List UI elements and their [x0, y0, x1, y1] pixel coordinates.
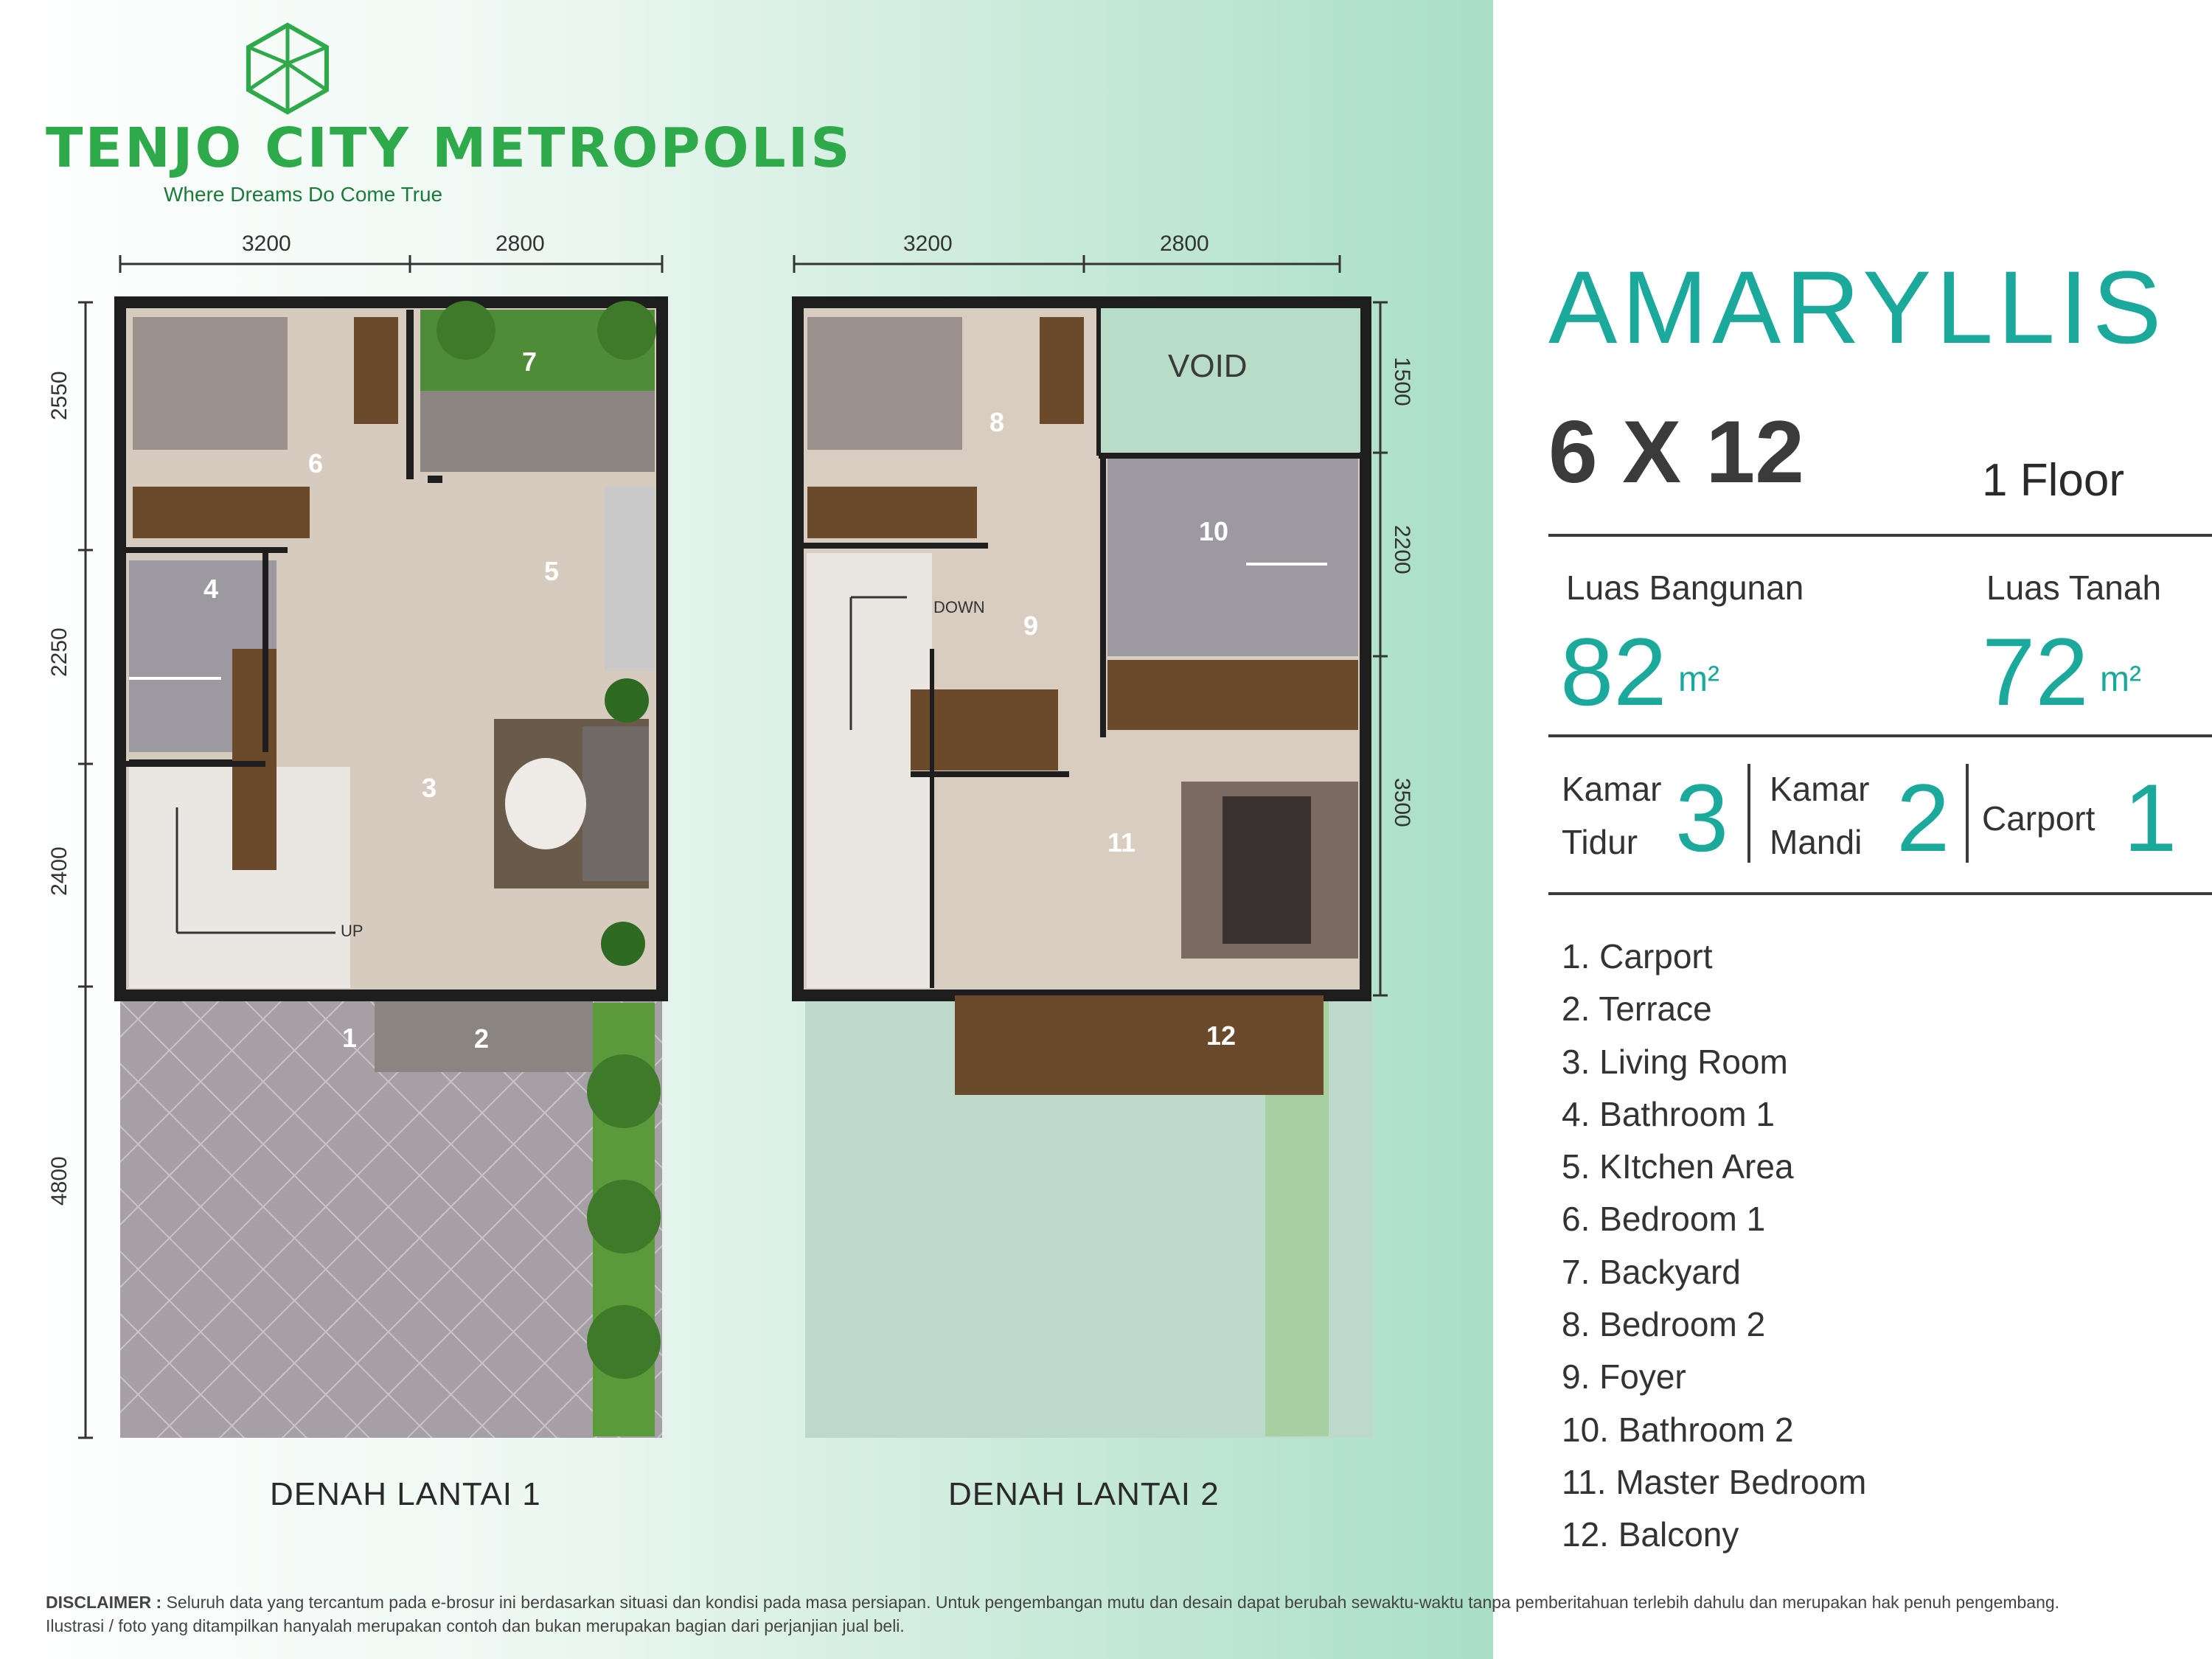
land-area-value: 72 [1982, 618, 2089, 726]
brand-name: TENJO CITY METROPOLIS [46, 116, 852, 180]
dim-right-3: 3500 [1390, 778, 1414, 827]
spec-carport-label: Carport [1982, 799, 2096, 838]
spec-bathroom-value: 2 [1896, 764, 1950, 872]
legend-item: 3. Living Room [1562, 1042, 1788, 1081]
dim-right-2: 2200 [1390, 525, 1414, 574]
legend-item: 11. Master Bedroom [1562, 1462, 1867, 1501]
dim-top-1-floor2: 3200 [903, 232, 953, 256]
dim-top-1: 3200 [242, 232, 291, 256]
void-label: VOID [1168, 348, 1248, 384]
floor-plan-2 [792, 255, 1388, 1438]
room-5-number: 5 [544, 556, 560, 586]
spec-bedroom-label: Kamar Tidur [1562, 762, 1661, 869]
room-1-number: 1 [342, 1023, 358, 1053]
legend-item: 7. Backyard [1562, 1252, 1741, 1291]
floor-count: 1 Floor [1982, 455, 2124, 506]
land-area-label: Luas Tanah [1986, 568, 2162, 607]
spec-bathroom-label-line2: Mandi [1770, 823, 1863, 861]
spec-bedroom-label-line1: Kamar [1562, 770, 1662, 808]
floor-plan-1 [78, 255, 668, 1439]
room-7-number: 7 [522, 347, 538, 377]
floor-1-title: DENAH LANTAI 1 [270, 1476, 541, 1512]
model-size: 6 X 12 [1548, 403, 1804, 501]
room-8-number: 8 [990, 407, 1005, 437]
room-4-number: 4 [204, 574, 219, 604]
legend-item: 4. Bathroom 1 [1562, 1094, 1775, 1133]
building-area-label: Luas Bangunan [1566, 568, 1804, 607]
spec-bedroom-label-line2: Tidur [1562, 823, 1638, 861]
legend-item: 5. KItchen Area [1562, 1147, 1794, 1186]
spec-bedroom-value: 3 [1675, 764, 1729, 872]
floor-2-title: DENAH LANTAI 2 [948, 1476, 1220, 1512]
room-3-number: 3 [422, 773, 437, 803]
divider-2 [1548, 734, 2212, 737]
divider-3 [1548, 892, 2212, 895]
room-legend: 1. Carport 2. Terrace 3. Living Room 4. … [1562, 931, 1866, 1562]
brand-tagline: Where Dreams Do Come True [164, 183, 443, 206]
room-10-number: 10 [1199, 516, 1229, 546]
room-2-number: 2 [474, 1023, 490, 1054]
stair-down-label: DOWN [933, 598, 985, 616]
spec-bathroom-label: Kamar Mandi [1770, 762, 1869, 869]
spec-divider-1 [1747, 764, 1750, 863]
dim-left-1: 2550 [47, 371, 72, 420]
disclaimer: DISCLAIMER : Seluruh data yang tercantum… [46, 1590, 2184, 1638]
dim-left-4: 4800 [47, 1156, 72, 1206]
dim-top-2-floor2: 2800 [1160, 232, 1209, 256]
land-area-unit: m² [2100, 660, 2141, 699]
legend-item: 6. Bedroom 1 [1562, 1200, 1766, 1239]
dim-left-2: 2250 [47, 627, 72, 677]
legend-item: 10. Bathroom 2 [1562, 1410, 1794, 1449]
legend-item: 2. Terrace [1562, 990, 1712, 1029]
logo-gem-icon [246, 22, 329, 115]
divider-1 [1548, 534, 2212, 537]
legend-item: 12. Balcony [1562, 1515, 1739, 1554]
dim-left-3: 2400 [47, 846, 72, 896]
room-9-number: 9 [1023, 611, 1039, 641]
dim-right-1: 1500 [1390, 357, 1414, 406]
disclaimer-text-2: Ilustrasi / foto yang ditampilkan hanyal… [46, 1616, 905, 1635]
building-area-value: 82 [1560, 618, 1667, 726]
legend-item: 1. Carport [1562, 937, 1713, 975]
legend-item: 9. Foyer [1562, 1357, 1686, 1397]
dim-top-2: 2800 [495, 232, 545, 256]
room-11-number: 11 [1107, 827, 1136, 858]
spec-bathroom-label-line1: Kamar [1770, 770, 1870, 808]
spec-carport-value: 1 [2124, 764, 2177, 872]
room-12-number: 12 [1206, 1020, 1237, 1051]
legend-item: 8. Bedroom 2 [1562, 1305, 1766, 1344]
room-6-number: 6 [308, 448, 324, 479]
model-title: AMARYLLIS [1548, 249, 2166, 365]
spec-divider-2 [1966, 764, 1969, 863]
building-area-unit: m² [1678, 660, 1719, 699]
stair-up-label: UP [341, 922, 364, 940]
disclaimer-text: Seluruh data yang tercantum pada e-brosu… [166, 1593, 2060, 1612]
disclaimer-label: DISCLAIMER : [46, 1593, 162, 1612]
